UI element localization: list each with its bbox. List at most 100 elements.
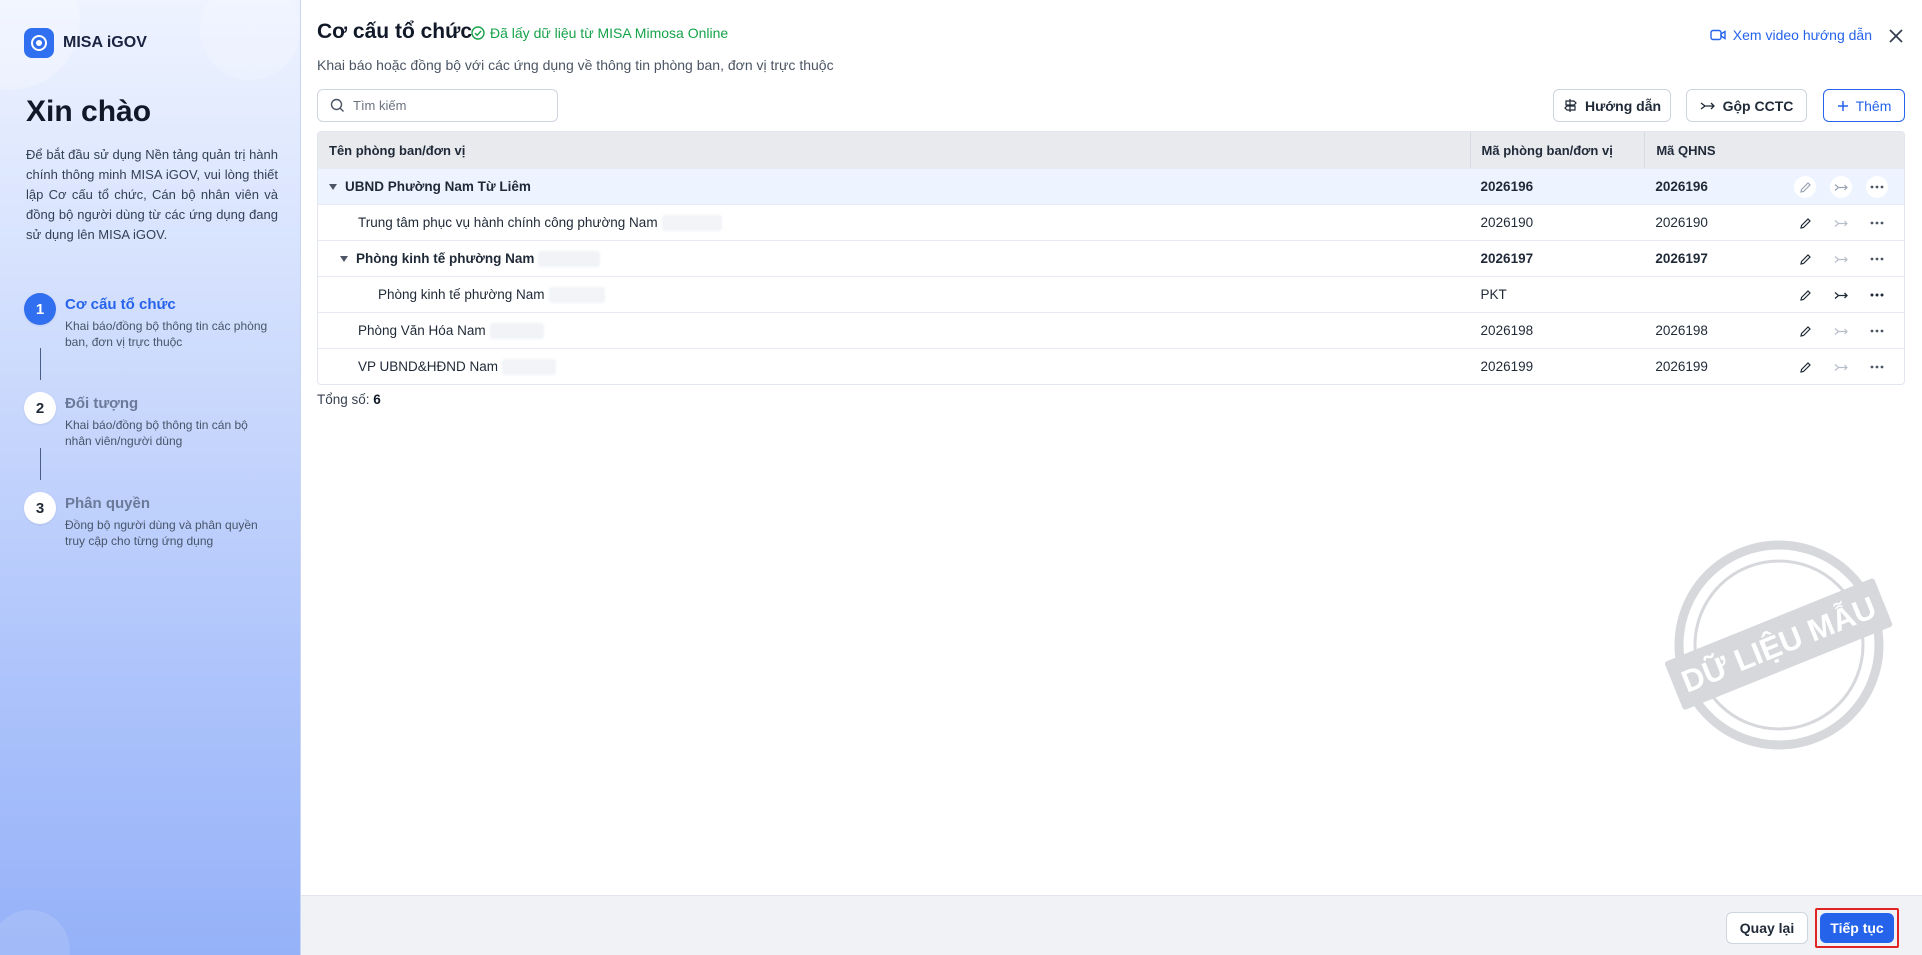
org-structure-table: Tên phòng ban/đơn vị Mã phòng ban/đơn vị… (317, 131, 1905, 385)
intro-text: Để bắt đầu sử dụng Nền tảng quản trị hàn… (26, 147, 278, 242)
plus-icon (1837, 100, 1848, 111)
step-description: Khai báo/đồng bộ thông tin cán bộ nhân v… (65, 418, 248, 448)
brand: MISA iGOV (24, 28, 147, 58)
row-name: Phòng kinh tế phường Nam (356, 251, 535, 266)
step-title: Cơ cấu tổ chức (65, 296, 176, 313)
sample-data-stamp: DỮ LIỆU MẪU (1665, 540, 1893, 750)
step-number: 3 (24, 492, 56, 524)
merge-arrow-icon[interactable] (1830, 320, 1852, 342)
table-row[interactable]: Phòng Văn Hóa Nam 2026198 2026198 (318, 312, 1904, 348)
more-options-icon[interactable] (1866, 284, 1888, 306)
merge-arrow-icon[interactable] (1830, 284, 1852, 306)
step-connector (40, 348, 41, 380)
merge-arrow-icon[interactable] (1830, 212, 1852, 234)
search-box[interactable] (317, 89, 558, 122)
video-icon (1710, 29, 1726, 41)
more-options-icon[interactable] (1866, 320, 1888, 342)
row-actions (1794, 241, 1888, 277)
step-number: 2 (24, 392, 56, 424)
row-name: Trung tâm phục vụ hành chính công phường… (358, 215, 658, 230)
more-options-icon[interactable] (1866, 176, 1888, 198)
edit-icon[interactable] (1794, 248, 1816, 270)
row-name: Phòng kinh tế phường Nam (378, 287, 545, 302)
step-description: Đồng bộ người dùng và phân quyền truy cậ… (65, 518, 258, 548)
row-actions (1794, 349, 1888, 384)
step-title: Đối tượng (65, 395, 139, 412)
close-button[interactable] (1884, 24, 1908, 48)
main-panel: Cơ cấu tổ chức Đã lấy dữ liệu từ MISA Mi… (301, 0, 1922, 955)
more-options-icon[interactable] (1866, 248, 1888, 270)
merge-arrow-icon (1700, 101, 1715, 110)
guide-button[interactable]: Hướng dẫn (1553, 89, 1671, 122)
edit-icon[interactable] (1794, 176, 1816, 198)
row-code: PKT (1480, 287, 1507, 302)
add-button-label: Thêm (1855, 97, 1892, 114)
merge-button-label: Gộp CCTC (1722, 97, 1794, 114)
row-code: 2026190 (1480, 215, 1534, 230)
row-code: 2026197 (1480, 251, 1534, 266)
column-header-name[interactable]: Tên phòng ban/đơn vị (318, 132, 1470, 168)
table-row[interactable]: Phòng kinh tế phường Nam PKT (318, 276, 1904, 312)
brand-name: MISA iGOV (63, 34, 147, 51)
edit-icon[interactable] (1794, 284, 1816, 306)
footer-bar: Quay lại Tiếp tục (301, 895, 1922, 955)
total-value: 6 (373, 392, 381, 407)
more-options-icon[interactable] (1866, 356, 1888, 378)
next-button[interactable]: Tiếp tục (1820, 913, 1894, 943)
table-row[interactable]: VP UBND&HĐND Nam 2026199 2026199 (318, 348, 1904, 384)
table-row[interactable]: UBND Phường Nam Từ Liêm 2026196 2026196 (318, 168, 1904, 204)
next-button-highlight: Tiếp tục (1815, 908, 1899, 948)
page-title: Cơ cấu tổ chức (317, 20, 472, 43)
table-header: Tên phòng ban/đơn vị Mã phòng ban/đơn vị… (318, 132, 1904, 168)
table-row[interactable]: Trung tâm phục vụ hành chính công phường… (318, 204, 1904, 240)
collapse-caret-icon[interactable] (329, 183, 337, 190)
greeting-heading: Xin chào (26, 95, 152, 128)
search-icon (330, 98, 344, 112)
collapse-caret-icon[interactable] (340, 255, 348, 262)
sidebar-decoration (0, 0, 300, 955)
step-connector (40, 448, 41, 480)
merge-button[interactable]: Gộp CCTC (1686, 89, 1807, 122)
row-name: VP UBND&HĐND Nam (358, 359, 499, 374)
row-actions (1794, 313, 1888, 349)
redacted-text (548, 286, 605, 303)
column-header-code[interactable]: Mã phòng ban/đơn vị (1469, 132, 1645, 168)
step-title: Phân quyền (65, 495, 151, 512)
step-description: Khai báo/đồng bộ thông tin các phòng ban… (65, 319, 268, 349)
column-header-qhns[interactable]: Mã QHNS (1644, 132, 1904, 168)
redacted-text (502, 358, 557, 375)
misa-logo-icon (24, 28, 54, 58)
merge-arrow-icon[interactable] (1830, 248, 1852, 270)
sidebar: MISA iGOV Xin chào Để bắt đầu sử dụng Nề… (0, 0, 301, 955)
edit-icon[interactable] (1794, 212, 1816, 234)
row-code: 2026196 (1480, 179, 1534, 194)
row-name: Phòng Văn Hóa Nam (358, 323, 486, 338)
row-actions (1794, 169, 1888, 205)
sync-status: Đã lấy dữ liệu từ MISA Mimosa Online (471, 25, 728, 41)
page-subtitle: Khai báo hoặc đồng bộ với các ứng dụng v… (317, 57, 834, 73)
merge-arrow-icon[interactable] (1830, 176, 1852, 198)
step-number: 1 (24, 293, 56, 325)
back-button[interactable]: Quay lại (1726, 912, 1808, 944)
merge-arrow-icon[interactable] (1830, 356, 1852, 378)
redacted-text (538, 250, 601, 267)
edit-icon[interactable] (1794, 356, 1816, 378)
more-options-icon[interactable] (1866, 212, 1888, 234)
stamp-text: DỮ LIỆU MẪU (1676, 589, 1881, 700)
redacted-text (661, 214, 722, 231)
search-input[interactable] (353, 98, 543, 113)
add-button[interactable]: Thêm (1823, 89, 1905, 122)
edit-icon[interactable] (1794, 320, 1816, 342)
redacted-text (489, 322, 544, 339)
row-actions (1794, 277, 1888, 313)
close-icon (1889, 29, 1903, 43)
table-row[interactable]: Phòng kinh tế phường Nam 2026197 2026197 (318, 240, 1904, 276)
video-guide-link[interactable]: Xem video hướng dẫn (1710, 27, 1872, 43)
guide-button-label: Hướng dẫn (1584, 97, 1662, 114)
sync-status-text: Đã lấy dữ liệu từ MISA Mimosa Online (490, 25, 729, 41)
video-guide-label: Xem video hướng dẫn (1732, 27, 1872, 43)
check-circle-icon (471, 26, 485, 40)
row-name: UBND Phường Nam Từ Liêm (345, 179, 531, 194)
total-label: Tổng số: (317, 392, 370, 407)
total-count: Tổng số: 6 (317, 392, 381, 407)
